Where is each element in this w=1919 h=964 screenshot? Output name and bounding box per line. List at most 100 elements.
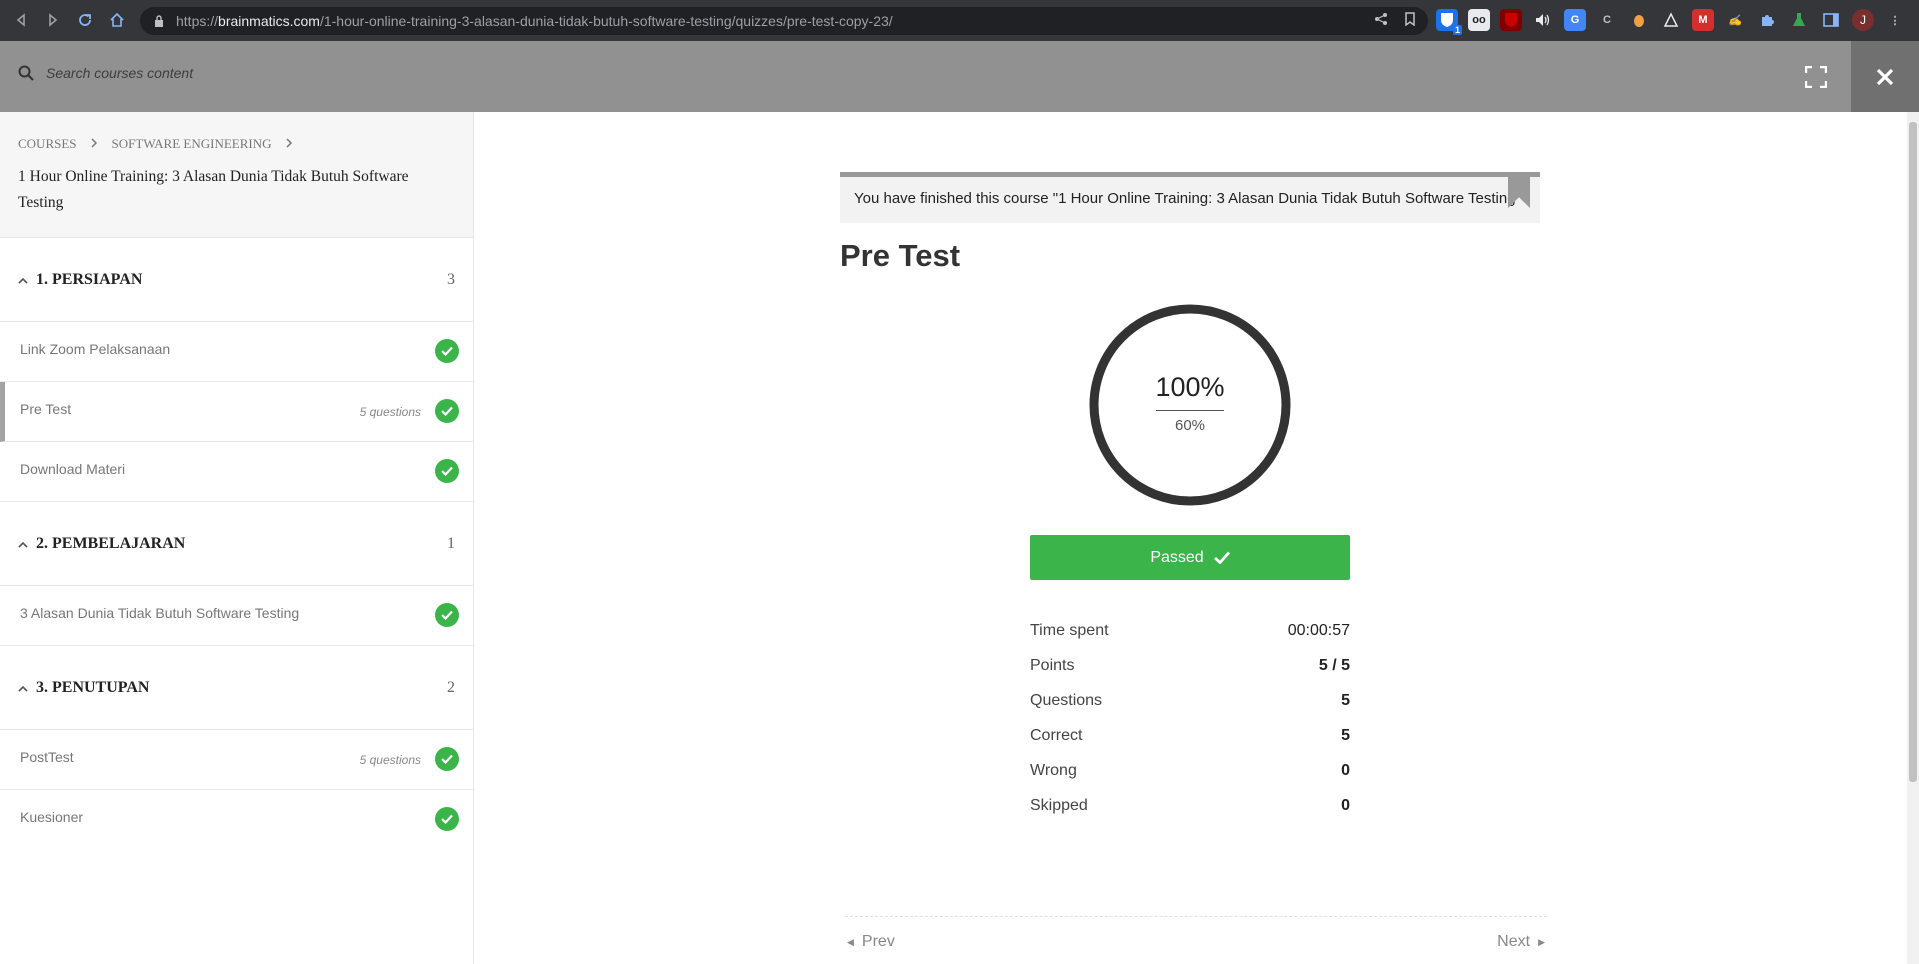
notice-text: You have finished this course "1 Hour On…	[854, 190, 1521, 207]
lesson-item-pre-test[interactable]: Pre Test 5 questions	[0, 382, 473, 442]
result-percentage: 100%	[1155, 372, 1225, 402]
lesson-label: 3 Alasan Dunia Tidak Butuh Software Test…	[20, 604, 300, 621]
section-header-penutupan[interactable]: 3. PENUTUPAN 2	[0, 646, 473, 730]
handwriting-icon[interactable]: ✍	[1724, 9, 1746, 31]
question-count: 5 questions	[359, 752, 421, 767]
stat-value: 00:00:57	[1287, 621, 1350, 639]
forward-icon[interactable]	[38, 5, 68, 35]
bookmark-star-icon[interactable]	[1404, 12, 1416, 29]
section-count: 2	[447, 678, 455, 696]
browser-menu-icon[interactable]: ⋮	[1884, 9, 1906, 31]
section-title: 2. PEMBELAJARAN	[36, 534, 186, 552]
lesson-label: PostTest	[20, 748, 74, 765]
lesson-item-kuesioner[interactable]: Kuesioner	[0, 790, 473, 850]
course-topbar	[0, 41, 1919, 112]
lesson-navigation: ◀ Prev Next ▶	[845, 916, 1547, 964]
volume-icon[interactable]	[1532, 9, 1554, 31]
section-title: 1. PERSIAPAN	[36, 270, 143, 288]
course-search	[18, 65, 446, 81]
breadcrumb-category[interactable]: SOFTWARE ENGINEERING	[112, 136, 272, 152]
address-bar[interactable]: https://brainmatics.com/1-hour-online-tr…	[140, 7, 1428, 35]
next-link[interactable]: Next ▶	[1497, 933, 1545, 951]
chevron-up-icon	[18, 273, 28, 287]
check-circle-icon	[435, 807, 459, 831]
lesson-item-posttest[interactable]: PostTest 5 questions	[0, 730, 473, 790]
next-label: Next	[1497, 933, 1531, 950]
scrollbar-thumb[interactable]	[1909, 122, 1917, 782]
check-circle-icon	[435, 339, 459, 363]
url-text: https://brainmatics.com/1-hour-online-tr…	[176, 13, 893, 29]
prev-label: Prev	[861, 933, 895, 950]
stat-skipped: Skipped 0	[1030, 788, 1350, 823]
stat-value: 5 / 5	[1318, 656, 1350, 674]
section-count: 1	[447, 534, 455, 552]
lesson-label: Kuesioner	[20, 809, 84, 825]
fullscreen-button[interactable]	[1780, 41, 1851, 112]
stat-value: 5	[1341, 691, 1350, 709]
stat-value: 5	[1341, 726, 1350, 744]
passed-label: Passed	[1150, 548, 1204, 566]
stat-value: 0	[1341, 796, 1350, 814]
lesson-label: Download Materi	[20, 460, 126, 477]
back-icon[interactable]	[6, 5, 36, 35]
puzzle-extensions-icon[interactable]	[1756, 9, 1778, 31]
ublock-icon[interactable]	[1500, 9, 1522, 31]
chevron-up-icon	[18, 537, 28, 551]
curriculum-sidebar: COURSES SOFTWARE ENGINEERING 1 Hour Onli…	[0, 112, 474, 964]
chevron-right-icon	[285, 137, 293, 152]
breadcrumb: COURSES SOFTWARE ENGINEERING	[18, 136, 455, 152]
search-input[interactable]	[46, 65, 446, 81]
expand-icon	[1804, 65, 1827, 88]
home-icon[interactable]	[102, 5, 132, 35]
passing-percentage: 60%	[1174, 417, 1206, 434]
stat-correct: Correct 5	[1030, 718, 1350, 753]
stat-label: Skipped	[1030, 796, 1088, 814]
side-panel-icon[interactable]	[1820, 9, 1842, 31]
lesson-label: Link Zoom Pelaksanaan	[20, 340, 171, 357]
check-circle-icon	[435, 603, 459, 627]
codeium-icon[interactable]: C	[1596, 9, 1618, 31]
lesson-item-download-materi[interactable]: Download Materi	[0, 442, 473, 502]
flask-icon[interactable]	[1788, 9, 1810, 31]
course-header: COURSES SOFTWARE ENGINEERING 1 Hour Onli…	[0, 112, 473, 238]
chevron-right-icon	[91, 137, 98, 152]
result-divider	[1156, 410, 1224, 411]
page-scrollbar[interactable]	[1907, 112, 1919, 964]
google-translate-icon[interactable]: G	[1564, 9, 1586, 31]
browser-toolbar: https://brainmatics.com/1-hour-online-tr…	[0, 0, 1919, 41]
caret-right-icon: ▶	[1538, 936, 1545, 947]
stat-label: Points	[1030, 656, 1075, 674]
close-icon	[1876, 68, 1894, 85]
mendeley-icon[interactable]: M	[1692, 9, 1714, 31]
stat-time-spent: Time spent 00:00:57	[1030, 613, 1350, 648]
extension-badge: 1	[1452, 25, 1462, 35]
privacy-badger-icon[interactable]: oo	[1468, 9, 1490, 31]
extension-person-icon[interactable]	[1660, 9, 1682, 31]
profile-avatar[interactable]: J	[1852, 9, 1874, 31]
breadcrumb-courses[interactable]: COURSES	[18, 136, 77, 152]
course-finished-notice: You have finished this course "1 Hour On…	[840, 172, 1540, 223]
check-circle-icon	[435, 399, 459, 423]
stat-wrong: Wrong 0	[1030, 753, 1350, 788]
chevron-up-icon	[18, 681, 28, 695]
stat-label: Wrong	[1030, 761, 1077, 779]
caret-left-icon: ◀	[847, 936, 854, 947]
close-course-button[interactable]	[1851, 41, 1919, 112]
prev-link[interactable]: ◀ Prev	[847, 933, 895, 951]
section-header-pembelajaran[interactable]: 2. PEMBELAJARAN 1	[0, 502, 473, 586]
lesson-item-3-alasan[interactable]: 3 Alasan Dunia Tidak Butuh Software Test…	[0, 586, 473, 646]
bitwarden-extension-icon[interactable]: 1	[1436, 9, 1462, 35]
quiz-title: Pre Test	[840, 238, 961, 273]
section-header-persiapan[interactable]: 1. PERSIAPAN 3	[0, 238, 473, 322]
honey-icon[interactable]	[1628, 9, 1650, 31]
stat-label: Correct	[1030, 726, 1083, 744]
reload-icon[interactable]	[70, 5, 100, 35]
result-progress-ring	[1089, 304, 1291, 506]
share-icon[interactable]	[1374, 12, 1388, 29]
lock-icon	[155, 15, 163, 27]
quiz-stats: Time spent 00:00:57 Points 5 / 5 Questio…	[1030, 613, 1350, 823]
lesson-label: Pre Test	[20, 400, 72, 417]
section-count: 3	[447, 270, 455, 288]
stat-questions: Questions 5	[1030, 683, 1350, 718]
lesson-item-link-zoom[interactable]: Link Zoom Pelaksanaan	[0, 322, 473, 382]
